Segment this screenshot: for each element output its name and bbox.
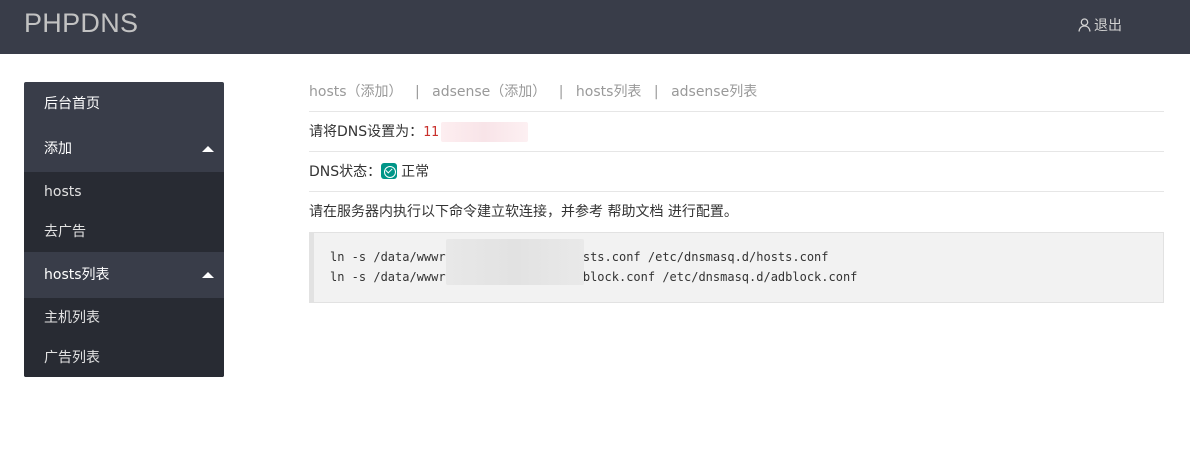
link-adsense-list[interactable]: adsense列表 bbox=[671, 84, 757, 100]
sidebar-item-label: 后台首页 bbox=[44, 96, 100, 112]
redacted-path bbox=[446, 239, 584, 285]
sidebar-group-label: hosts列表 bbox=[44, 267, 110, 283]
breadcrumb-separator: | bbox=[558, 84, 564, 100]
app-logo[interactable]: PHPDNS bbox=[24, 8, 138, 39]
breadcrumb: hosts（添加） | adsense（添加） | hosts列表 | adse… bbox=[309, 72, 1164, 112]
link-hosts-add[interactable]: hosts（添加） bbox=[309, 84, 403, 100]
sidebar-item-home[interactable]: 后台首页 bbox=[24, 82, 224, 126]
redacted-ip bbox=[440, 122, 528, 142]
user-icon bbox=[1078, 18, 1091, 32]
dns-setting-label: 请将DNS设置为： bbox=[309, 124, 424, 140]
link-adsense-add[interactable]: adsense（添加） bbox=[432, 84, 546, 100]
logout-label: 退出 bbox=[1094, 18, 1122, 34]
breadcrumb-separator: | bbox=[653, 84, 659, 100]
main-content: hosts（添加） | adsense（添加） | hosts列表 | adse… bbox=[309, 72, 1164, 303]
submenu-add: hosts 去广告 bbox=[24, 172, 224, 252]
caret-up-icon bbox=[202, 272, 214, 278]
sidebar-item-hosts[interactable]: hosts bbox=[24, 172, 224, 212]
top-header: PHPDNS 退出 bbox=[0, 0, 1190, 54]
dns-status-row: DNS状态： 正常 bbox=[309, 152, 1164, 192]
sidebar-nav: 后台首页 添加 hosts 去广告 hosts列表 主机列表 广告列表 bbox=[24, 82, 224, 377]
submenu-hosts-list: 主机列表 广告列表 bbox=[24, 298, 224, 377]
link-hosts-list[interactable]: hosts列表 bbox=[576, 84, 642, 100]
dns-ip-value: 11 bbox=[423, 125, 439, 140]
sidebar-group-label: 添加 bbox=[44, 141, 72, 157]
sidebar-group-add[interactable]: 添加 bbox=[24, 126, 224, 172]
check-circle-icon bbox=[381, 162, 398, 179]
caret-up-icon bbox=[202, 146, 214, 152]
help-doc-link[interactable]: 帮助文档 bbox=[607, 204, 663, 220]
sidebar-group-hosts-list[interactable]: hosts列表 bbox=[24, 252, 224, 298]
sidebar-item-ad-list[interactable]: 广告列表 bbox=[24, 338, 224, 377]
dns-status-label: DNS状态： bbox=[309, 164, 382, 180]
dns-setting-row: 请将DNS设置为：11 bbox=[309, 112, 1164, 152]
breadcrumb-separator: | bbox=[414, 84, 420, 100]
instruction-suffix: 进行配置。 bbox=[667, 204, 738, 220]
sidebar-item-adblock[interactable]: 去广告 bbox=[24, 212, 224, 252]
logout-button[interactable]: 退出 bbox=[1078, 16, 1122, 34]
dns-status-value: 正常 bbox=[401, 164, 430, 180]
instruction-row: 请在服务器内执行以下命令建立软连接，并参考 帮助文档 进行配置。 bbox=[309, 192, 1164, 232]
sidebar-item-host-list[interactable]: 主机列表 bbox=[24, 298, 224, 338]
command-code-block[interactable]: ln -s /data/wwwr pplication/conf/hosts.c… bbox=[309, 232, 1164, 303]
instruction-prefix: 请在服务器内执行以下命令建立软连接，并参考 bbox=[309, 204, 603, 220]
